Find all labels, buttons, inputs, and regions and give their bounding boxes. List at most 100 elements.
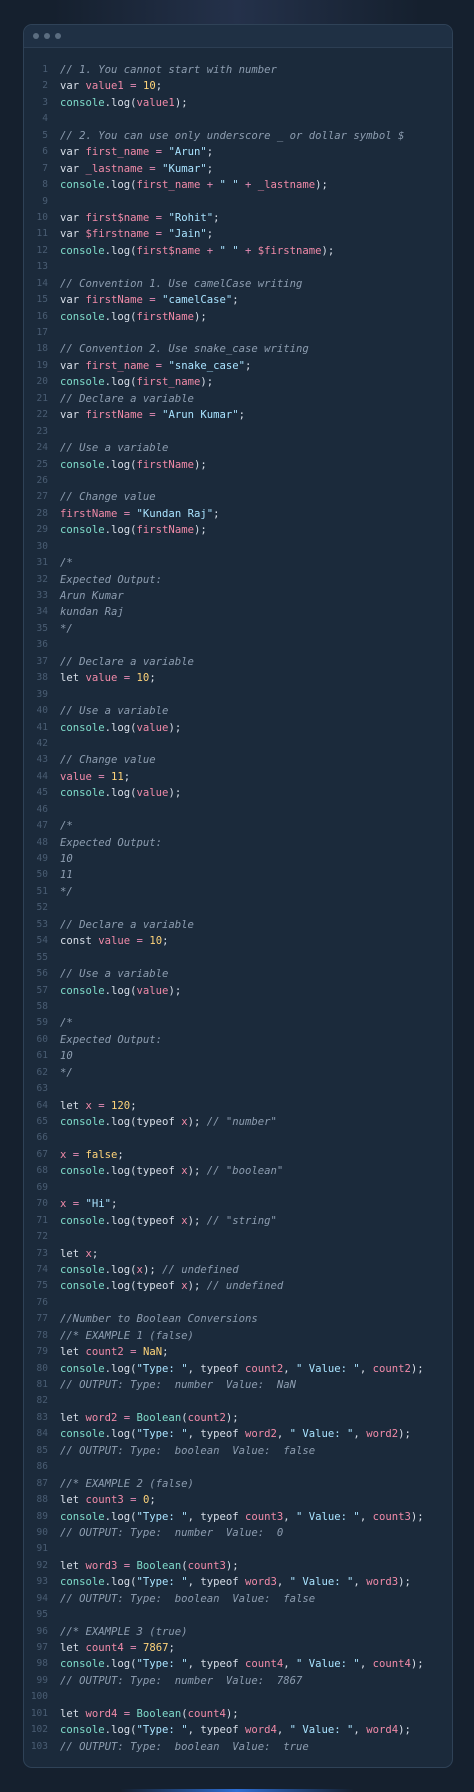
code-line: 8 console.log(first_name + " " + _lastnam… xyxy=(24,177,452,193)
code-token: ; xyxy=(206,162,214,175)
code-line: 19 var first_name = "snake_case"; xyxy=(24,358,452,374)
code-line: 84 console.log("Type: ", typeof word2, " … xyxy=(24,1426,452,1442)
code-token: first_name xyxy=(85,359,150,372)
code-token: ); xyxy=(200,376,214,389)
code-token: word4 xyxy=(85,1707,118,1720)
line-number: 95 xyxy=(36,1609,48,1621)
code-token: count2 xyxy=(187,1411,226,1424)
line-number: 69 xyxy=(36,1181,48,1193)
code-token: " " xyxy=(219,244,239,257)
code-line: 35 */ xyxy=(24,621,452,637)
code-token: firstName xyxy=(136,524,194,537)
code-token: = xyxy=(117,1559,137,1572)
code-text: let count2 = NaN; xyxy=(60,1344,168,1360)
code-line: 99 // OUTPUT: Type: number Value: 7867 xyxy=(24,1673,452,1689)
code-line: 66 xyxy=(24,1130,452,1146)
code-line: 25 console.log(firstName); xyxy=(24,457,452,473)
code-token: , typeof xyxy=(187,1724,245,1737)
code-token: ; xyxy=(206,228,214,241)
code-token: , xyxy=(283,1362,297,1375)
code-line: 6 var first_name = "Arun"; xyxy=(24,144,452,160)
code-token: first$name xyxy=(85,211,150,224)
code-line: 61 10 xyxy=(24,1048,452,1064)
code-token: // OUTPUT: Type: boolean Value: false xyxy=(60,1444,316,1457)
code-token: = xyxy=(149,359,169,372)
line-number: 84 xyxy=(36,1428,48,1440)
code-token: console xyxy=(60,1658,105,1671)
code-text: console.log(value); xyxy=(60,720,181,736)
line-number: 4 xyxy=(42,113,48,125)
code-text: console.log(firstName); xyxy=(60,309,207,325)
code-token: .log( xyxy=(104,1263,137,1276)
code-text: console.log(typeof x); // undefined xyxy=(60,1278,283,1294)
code-token: // Use a variable xyxy=(60,442,169,455)
code-token: const xyxy=(60,935,99,948)
line-number: 35 xyxy=(36,622,48,634)
code-line: 27 // Change value xyxy=(24,489,452,505)
code-line: 17 xyxy=(24,325,452,341)
window-control-dot[interactable] xyxy=(44,33,50,39)
code-line: 42 xyxy=(24,736,452,752)
line-number: 30 xyxy=(36,540,48,552)
line-number: 25 xyxy=(36,458,48,470)
line-number: 76 xyxy=(36,1296,48,1308)
window-control-dot[interactable] xyxy=(33,33,39,39)
code-token: 10 xyxy=(60,853,73,865)
code-text: // OUTPUT: Type: number Value: 0 xyxy=(60,1525,283,1541)
code-line: 71 console.log(typeof x); // "string" xyxy=(24,1213,452,1229)
code-token: "Rohit" xyxy=(168,211,214,224)
code-token: word4 xyxy=(366,1724,399,1737)
code-token: ; xyxy=(244,359,252,372)
code-token: /* xyxy=(60,820,73,833)
code-token: = xyxy=(123,1494,143,1507)
code-text: firstName = "Kundan Raj"; xyxy=(60,506,219,522)
line-number: 58 xyxy=(36,1000,48,1012)
line-number: 102 xyxy=(30,1724,48,1736)
code-token: value1 xyxy=(136,96,175,109)
code-token: " Value: " xyxy=(296,1658,360,1671)
code-line: 60 Expected Output: xyxy=(24,1032,452,1048)
code-token: "Type: " xyxy=(136,1428,188,1441)
code-text: Arun Kumar xyxy=(60,588,124,604)
code-token: " Value: " xyxy=(289,1724,354,1737)
line-number: 65 xyxy=(36,1116,48,1127)
code-token: count3 xyxy=(187,1559,226,1572)
code-text: /* xyxy=(60,555,73,571)
code-text: Expected Output: xyxy=(60,572,162,588)
code-text: // Declare a variable xyxy=(60,917,194,933)
code-token: /* xyxy=(60,1017,73,1030)
code-token: , xyxy=(276,1428,290,1441)
code-token: ); xyxy=(187,1214,207,1227)
code-line: 54 const value = 10; xyxy=(24,933,452,949)
code-line: 69 xyxy=(24,1180,452,1196)
code-token: + xyxy=(200,244,220,257)
code-token: // Declare a variable xyxy=(60,918,194,931)
code-text: Expected Output: xyxy=(60,1032,162,1048)
code-text: var firstName = "camelCase"; xyxy=(60,292,239,308)
window-control-dot[interactable] xyxy=(55,33,61,39)
code-line: 39 xyxy=(24,687,452,703)
code-token: ; xyxy=(130,1099,137,1112)
line-number: 10 xyxy=(36,211,48,223)
code-token: ); xyxy=(225,1411,239,1424)
code-token: value xyxy=(136,787,169,800)
code-token: console xyxy=(60,984,105,997)
code-text: //* EXAMPLE 2 (false) xyxy=(60,1476,194,1492)
code-token: // Convention 1. Use camelCase writing xyxy=(60,277,303,290)
code-line: 16 console.log(firstName); xyxy=(24,309,452,325)
line-number: 99 xyxy=(36,1674,48,1686)
code-token: "Type: " xyxy=(136,1724,188,1737)
code-token: // OUTPUT: Type: number Value: 7867 xyxy=(60,1674,303,1687)
code-token: ); xyxy=(142,1263,163,1276)
code-token: ; xyxy=(238,409,245,422)
code-line: 62 */ xyxy=(24,1065,452,1081)
code-line: 48 Expected Output: xyxy=(24,835,452,851)
code-text: /* xyxy=(60,818,73,834)
code-line: 20 console.log(first_name); xyxy=(24,374,452,390)
code-line: 15 var firstName = "camelCase"; xyxy=(24,292,452,308)
line-number: 83 xyxy=(36,1411,48,1423)
code-token: , xyxy=(359,1362,373,1375)
code-token: // 1. You cannot start with number xyxy=(60,64,277,76)
code-line: 55 xyxy=(24,950,452,966)
code-token: + xyxy=(238,179,258,192)
